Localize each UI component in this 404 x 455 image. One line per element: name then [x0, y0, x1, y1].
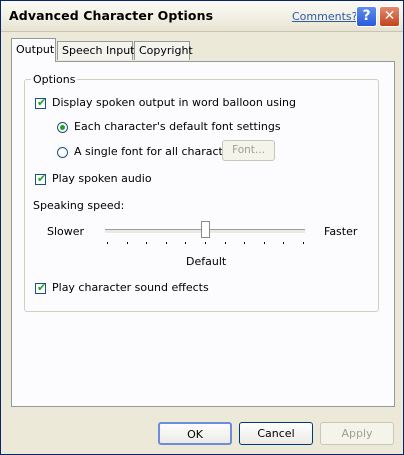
slider-tick — [244, 242, 246, 244]
tab-output[interactable]: Output — [11, 38, 56, 62]
slider-default-label: Default — [186, 255, 227, 268]
dialog-window: Advanced Character Options Comments? ? ✕… — [0, 0, 404, 455]
radio-selected-dot — [60, 125, 65, 130]
close-button[interactable]: ✕ — [379, 6, 400, 27]
slider-tick — [263, 242, 265, 244]
slider-tick — [126, 242, 128, 244]
display-balloon-label[interactable]: Display spoken output in word balloon us… — [52, 96, 296, 109]
cancel-button[interactable]: Cancel — [239, 422, 313, 445]
checkmark-icon: ✔ — [37, 281, 47, 294]
slider-tick — [303, 242, 304, 244]
speed-slider-thumb[interactable] — [201, 221, 210, 238]
tab-panel-output: Options ✔ Display spoken output in word … — [11, 61, 395, 407]
default-font-label[interactable]: Each character's default font settings — [74, 120, 281, 133]
help-button[interactable]: ? — [356, 6, 377, 27]
slider-tick — [185, 242, 187, 244]
slider-tick — [165, 242, 167, 244]
speaking-speed-label: Speaking speed: — [33, 199, 125, 212]
single-font-label[interactable]: A single font for all characters — [74, 145, 240, 158]
tab-output-label: Output — [16, 43, 55, 56]
display-balloon-checkbox[interactable]: ✔ — [35, 96, 47, 109]
play-audio-label[interactable]: Play spoken audio — [52, 172, 152, 185]
slider-tick — [283, 242, 285, 244]
checkmark-icon: ✔ — [37, 172, 47, 185]
tab-copyright-label: Copyright — [139, 44, 193, 57]
font-button[interactable]: Font... — [222, 140, 275, 161]
sound-effects-label[interactable]: Play character sound effects — [52, 281, 209, 294]
slider-tick — [224, 242, 226, 244]
tab-copyright[interactable]: Copyright — [134, 41, 193, 60]
comments-link[interactable]: Comments? — [292, 10, 357, 23]
apply-button[interactable]: Apply — [320, 422, 394, 445]
title-bar: Advanced Character Options Comments? ? ✕ — [1, 1, 403, 32]
checkmark-icon: ✔ — [37, 96, 47, 109]
ok-button[interactable]: OK — [158, 422, 232, 445]
options-groupbox: Options ✔ Display spoken output in word … — [24, 73, 379, 312]
slider-tick — [146, 242, 148, 244]
slider-tick — [107, 242, 108, 244]
default-font-radio[interactable] — [57, 122, 68, 133]
single-font-radio[interactable] — [57, 147, 68, 158]
slider-tick — [205, 242, 206, 244]
tab-speech-input[interactable]: Speech Input — [57, 41, 135, 60]
options-legend: Options — [31, 73, 78, 86]
sound-effects-checkbox[interactable]: ✔ — [35, 281, 47, 294]
slider-faster-label: Faster — [324, 225, 358, 238]
help-icon: ? — [362, 8, 371, 24]
slider-slower-label: Slower — [47, 225, 85, 238]
play-audio-checkbox[interactable]: ✔ — [35, 172, 47, 185]
window-title: Advanced Character Options — [9, 8, 214, 23]
tab-speech-input-label: Speech Input — [62, 44, 135, 57]
close-icon: ✕ — [383, 8, 396, 24]
